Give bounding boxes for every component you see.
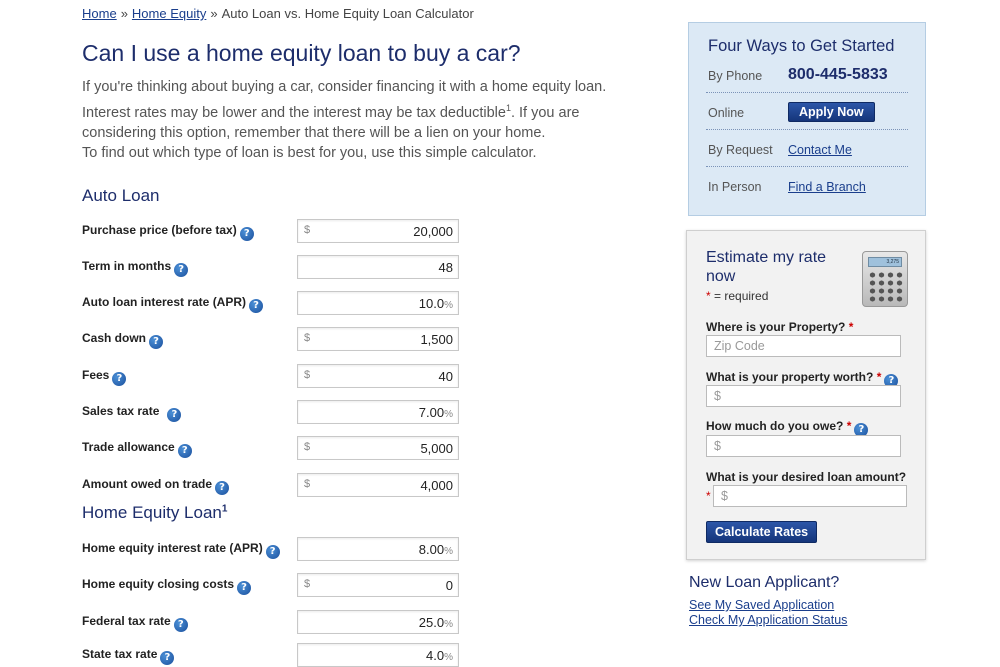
online-label: Online <box>708 106 745 120</box>
four-ways-panel: Four Ways to Get Started By Phone 800-44… <box>688 22 926 216</box>
auto-rate-row: Auto loan interest rate (APR)? 10.0% <box>82 291 462 315</box>
amount-owed-row: Amount owed on trade? $4,000 <box>82 473 462 497</box>
federal-tax-label: Federal tax rate? <box>82 614 188 632</box>
property-question: Where is your Property? * <box>706 320 854 334</box>
help-icon[interactable]: ? <box>149 335 164 349</box>
cash-down-label: Cash down? <box>82 331 164 349</box>
find-branch-link[interactable]: Find a Branch <box>788 180 866 194</box>
help-icon[interactable]: ? <box>177 444 192 458</box>
state-tax-label: State tax rate? <box>82 647 175 665</box>
breadcrumb-separator: » <box>210 6 218 21</box>
state-tax-input[interactable]: 4.0% <box>297 643 459 667</box>
auto-rate-label: Auto loan interest rate (APR)? <box>82 295 264 313</box>
state-tax-row: State tax rate? 4.0% <box>82 643 462 667</box>
cash-down-input[interactable]: $1,500 <box>297 327 459 351</box>
sales-tax-input[interactable]: 7.00% <box>297 400 459 424</box>
in-person-label: In Person <box>708 180 762 194</box>
cash-down-row: Cash down? $1,500 <box>82 327 462 351</box>
desired-loan-input[interactable]: $ <box>713 485 907 507</box>
in-person-row: In Person Find a Branch <box>706 167 908 204</box>
help-icon[interactable]: ? <box>237 581 252 595</box>
trade-allowance-label: Trade allowance? <box>82 440 192 458</box>
desired-loan-question: What is your desired loan amount? <box>706 470 907 484</box>
by-phone-row: By Phone 800-445-5833 <box>706 56 908 93</box>
amount-owed-label: Amount owed on trade? <box>82 477 229 495</box>
purchase-price-label: Purchase price (before tax)? <box>82 223 254 241</box>
auto-loan-heading: Auto Loan <box>82 186 160 205</box>
fees-label: Fees? <box>82 368 127 386</box>
required-note: * = required <box>706 289 769 303</box>
help-icon[interactable]: ? <box>160 651 175 665</box>
he-closing-costs-input[interactable]: $0 <box>297 573 459 597</box>
he-closing-costs-label: Home equity closing costs? <box>82 577 252 595</box>
auto-rate-input[interactable]: 10.0% <box>297 291 459 315</box>
sales-tax-row: Sales tax rate? 7.00% <box>82 400 462 424</box>
calculator-intro: To find out which type of loan is best f… <box>82 145 537 161</box>
fees-row: Fees? $40 <box>82 364 462 388</box>
estimate-rate-panel: Estimate my rate now * = required 3,275 … <box>686 230 926 560</box>
term-months-input[interactable]: 48 <box>297 255 459 279</box>
by-phone-label: By Phone <box>708 69 763 83</box>
saved-application-link[interactable]: See My Saved Application <box>689 598 834 612</box>
zip-code-input[interactable]: Zip Code <box>706 335 901 357</box>
page-title: Can I use a home equity loan to buy a ca… <box>82 40 521 66</box>
term-months-label: Term in months? <box>82 259 189 277</box>
by-request-label: By Request <box>708 143 773 157</box>
amount-owed-input[interactable]: $4,000 <box>297 473 459 497</box>
breadcrumb-separator: » <box>120 6 128 21</box>
he-rate-input[interactable]: 8.00% <box>297 537 459 561</box>
application-status-link[interactable]: Check My Application Status <box>689 613 847 627</box>
help-icon[interactable]: ? <box>167 408 182 422</box>
help-icon[interactable]: ? <box>174 263 189 277</box>
help-icon[interactable]: ? <box>112 372 127 386</box>
contact-me-link[interactable]: Contact Me <box>788 143 852 157</box>
online-row: Online Apply Now <box>706 93 908 130</box>
by-request-row: By Request Contact Me <box>706 130 908 167</box>
he-rate-label: Home equity interest rate (APR)? <box>82 541 280 559</box>
help-icon[interactable]: ? <box>215 481 229 495</box>
sales-tax-label: Sales tax rate? <box>82 404 182 422</box>
federal-tax-input[interactable]: 25.0% <box>297 610 459 634</box>
amount-owed-estimate-input[interactable]: $ <box>706 435 901 457</box>
breadcrumb-current: Auto Loan vs. Home Equity Loan Calculato… <box>221 6 474 21</box>
federal-tax-row: Federal tax rate? 25.0% <box>82 610 462 634</box>
trade-allowance-input[interactable]: $5,000 <box>297 436 459 460</box>
breadcrumb-home-equity-link[interactable]: Home Equity <box>132 6 206 21</box>
he-closing-costs-row: Home equity closing costs? $0 <box>82 573 462 597</box>
he-rate-row: Home equity interest rate (APR)? 8.00% <box>82 537 462 561</box>
apply-now-button[interactable]: Apply Now <box>788 102 875 122</box>
purchase-price-row: Purchase price (before tax)? $20,000 <box>82 219 462 243</box>
home-equity-heading: Home Equity Loan1 <box>82 503 228 522</box>
four-ways-title: Four Ways to Get Started <box>708 37 895 55</box>
calculator-icon: 3,275 <box>862 251 908 307</box>
property-worth-input[interactable]: $ <box>706 385 901 407</box>
trade-allowance-row: Trade allowance? $5,000 <box>82 436 462 460</box>
help-icon[interactable]: ? <box>249 299 264 313</box>
footnote-marker: 1 <box>221 503 228 515</box>
help-icon[interactable]: ? <box>173 618 188 632</box>
help-icon[interactable]: ? <box>265 545 280 559</box>
new-loan-title: New Loan Applicant? <box>689 574 840 591</box>
calculate-rates-button[interactable]: Calculate Rates <box>706 521 818 543</box>
required-star: * <box>706 489 711 503</box>
fees-input[interactable]: $40 <box>297 364 459 388</box>
term-months-row: Term in months? 48 <box>82 255 462 279</box>
help-icon[interactable]: ? <box>239 227 254 241</box>
phone-number[interactable]: 800-445-5833 <box>788 66 888 84</box>
estimate-title: Estimate my rate now <box>706 249 827 285</box>
breadcrumb: Home» Home Equity» Auto Loan vs. Home Equi… <box>82 6 474 21</box>
breadcrumb-home-link[interactable]: Home <box>82 6 117 21</box>
purchase-price-input[interactable]: $20,000 <box>297 219 459 243</box>
intro-paragraph: If you're thinking about buying a car, c… <box>82 77 652 143</box>
